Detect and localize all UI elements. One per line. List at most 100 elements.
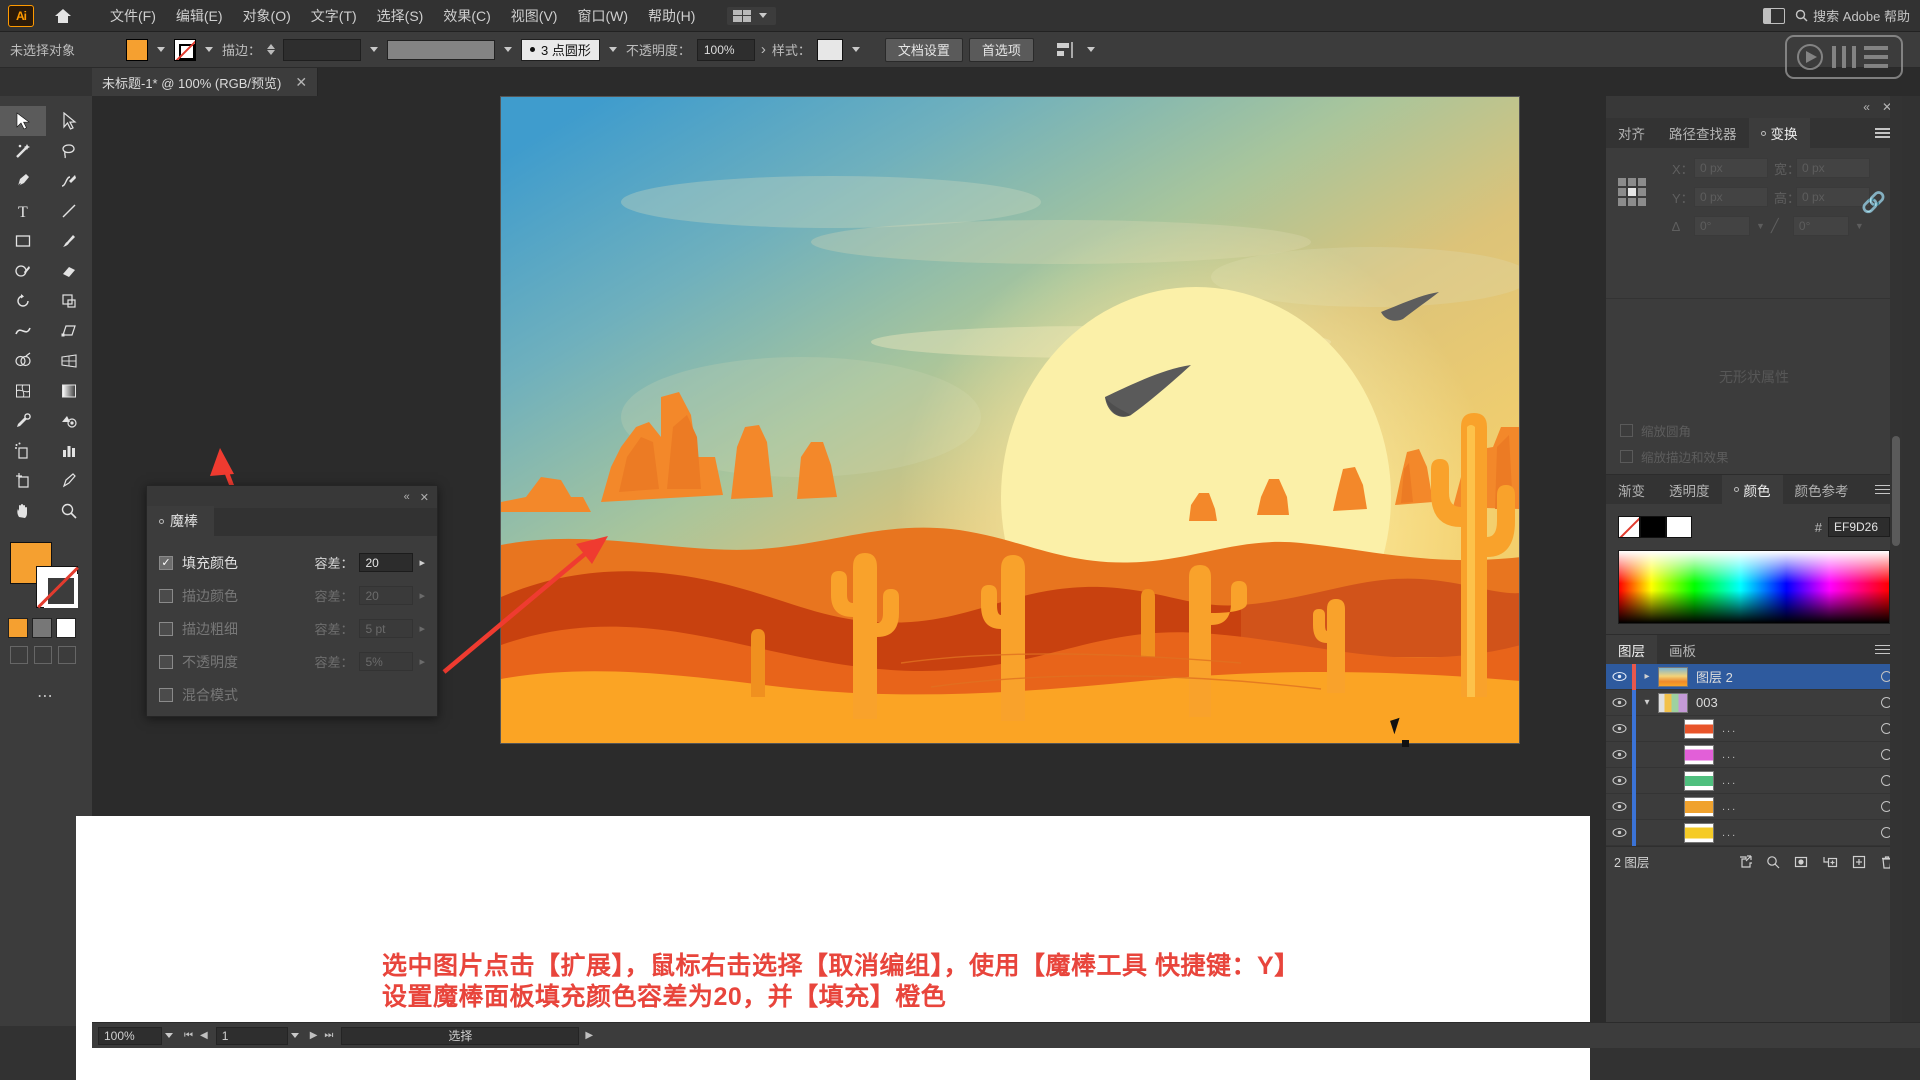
sublayer-row-3[interactable]: ...: [1606, 767, 1902, 794]
column-graph-tool[interactable]: [46, 436, 92, 466]
sublayer-row-2[interactable]: ...: [1606, 741, 1902, 768]
tab-layers[interactable]: 图层: [1606, 635, 1657, 664]
color-spectrum[interactable]: [1618, 550, 1890, 624]
home-icon[interactable]: [50, 8, 76, 24]
shaper-tool[interactable]: [0, 256, 46, 286]
more-tools-icon[interactable]: ⋯: [0, 686, 92, 706]
search-icon[interactable]: [1766, 855, 1780, 869]
workspace-switcher[interactable]: [727, 6, 777, 25]
gradient-button[interactable]: [32, 618, 52, 638]
sublayer-name[interactable]: ...: [1722, 749, 1737, 761]
scale-corners-option[interactable]: 缩放圆角: [1620, 421, 1888, 440]
blending-mode-checkbox[interactable]: [159, 687, 173, 702]
collapse-icon[interactable]: «: [1863, 100, 1870, 114]
draw-normal-icon[interactable]: [10, 646, 28, 664]
status-expand-icon[interactable]: ▶: [579, 1030, 593, 1041]
link-broken-icon[interactable]: 🔗: [1861, 190, 1886, 215]
stroke-stepper[interactable]: [267, 44, 276, 55]
shear-angle-input[interactable]: 0°: [1792, 216, 1849, 236]
sublayer-row-5[interactable]: ...: [1606, 819, 1902, 846]
stroke-color-tolerance-expand-icon[interactable]: ▸: [419, 589, 425, 602]
reference-point-icon[interactable]: [1618, 178, 1646, 206]
chevron-right-icon[interactable]: ▸: [1636, 671, 1658, 682]
document-tab[interactable]: 未标题-1* @ 100% (RGB/预览) ✕: [92, 68, 319, 96]
tab-color[interactable]: 颜色: [1721, 475, 1783, 504]
sublayer-name[interactable]: ...: [1722, 775, 1737, 787]
chevron-down-icon[interactable]: ▾: [1636, 697, 1658, 708]
visibility-eye-icon[interactable]: [1606, 775, 1632, 786]
opacity-tolerance-input[interactable]: 5%: [359, 652, 414, 671]
tool-status-field[interactable]: 选择: [341, 1026, 580, 1045]
transform-y-input[interactable]: 0 px: [1694, 187, 1768, 207]
artboard-number-field[interactable]: 1: [215, 1026, 288, 1045]
selection-tool[interactable]: [0, 106, 46, 136]
stroke-color-tolerance-input[interactable]: 20: [359, 586, 414, 605]
visibility-eye-icon[interactable]: [1606, 749, 1632, 760]
opacity-field[interactable]: 100%: [696, 38, 755, 61]
brush-definition[interactable]: 3 点圆形: [521, 38, 600, 61]
visibility-eye-icon[interactable]: [1606, 827, 1632, 838]
document-setup-button[interactable]: 文档设置: [884, 37, 963, 62]
direct-selection-tool[interactable]: [46, 106, 92, 136]
scale-tool[interactable]: [46, 286, 92, 316]
visibility-eye-icon[interactable]: [1606, 801, 1632, 812]
sublayer-row-4[interactable]: ...: [1606, 793, 1902, 820]
zoom-chevron-icon[interactable]: [165, 1033, 173, 1038]
stroke-color-swatch[interactable]: [174, 38, 196, 61]
scale-strokes-effects-option[interactable]: 缩放描边和效果: [1620, 447, 1888, 466]
tab-transparency[interactable]: 透明度: [1657, 475, 1722, 504]
type-tool[interactable]: T: [0, 196, 46, 226]
row-stroke-weight[interactable]: 描边粗细 容差： 5 pt ▸: [159, 612, 425, 645]
sublayer-name[interactable]: ...: [1722, 827, 1737, 839]
tab-pathfinder[interactable]: 路径查找器: [1657, 118, 1749, 148]
menu-item-object[interactable]: 对象(O): [233, 2, 301, 30]
eraser-tool[interactable]: [46, 256, 92, 286]
transform-height-input[interactable]: 0 px: [1796, 187, 1870, 207]
eyedropper-tool[interactable]: [0, 406, 46, 436]
angle-chevron-icon[interactable]: ▼: [1756, 221, 1765, 231]
stroke-weight-tolerance-expand-icon[interactable]: ▸: [419, 622, 425, 635]
stroke-chevron-icon[interactable]: [205, 47, 213, 52]
close-icon[interactable]: ✕: [295, 74, 307, 91]
tab-gradient[interactable]: 渐变: [1606, 475, 1657, 504]
white-swatch[interactable]: [1666, 516, 1692, 538]
collapse-icon[interactable]: «: [404, 491, 410, 503]
artboard-chevron-icon[interactable]: [290, 1033, 299, 1038]
transform-x-input[interactable]: 0 px: [1694, 158, 1768, 178]
menu-item-edit[interactable]: 编辑(E): [166, 2, 233, 30]
align-icon[interactable]: [1056, 41, 1078, 59]
rotate-tool[interactable]: [0, 286, 46, 316]
stroke-weight-chevron-icon[interactable]: [370, 47, 379, 52]
graphic-style-swatch[interactable]: [816, 38, 843, 61]
style-chevron-icon[interactable]: [851, 47, 860, 52]
fill-color-checkbox[interactable]: ✓: [159, 555, 173, 570]
stroke-weight-field[interactable]: [283, 38, 362, 61]
menu-item-help[interactable]: 帮助(H): [638, 2, 705, 30]
last-page-icon[interactable]: ⏭: [324, 1030, 333, 1041]
fill-color-tolerance-expand-icon[interactable]: ▸: [419, 556, 425, 569]
symbol-sprayer-tool[interactable]: [0, 436, 46, 466]
artboard[interactable]: [500, 96, 1520, 744]
menu-item-effect[interactable]: 效果(C): [433, 2, 500, 30]
tab-transform[interactable]: 变换: [1748, 118, 1810, 148]
prev-page-icon[interactable]: ◀: [200, 1030, 208, 1041]
preferences-button[interactable]: 首选项: [968, 37, 1034, 62]
transform-width-input[interactable]: 0 px: [1796, 158, 1870, 178]
fill-color-tolerance-input[interactable]: 20: [359, 553, 414, 572]
shape-builder-tool[interactable]: [0, 346, 46, 376]
zoom-tool[interactable]: [46, 496, 92, 526]
close-icon[interactable]: ✕: [420, 491, 429, 504]
menu-item-file[interactable]: 文件(F): [100, 2, 166, 30]
menu-item-window[interactable]: 窗口(W): [567, 2, 638, 30]
sublayer-row-1[interactable]: ...: [1606, 715, 1902, 742]
visibility-eye-icon[interactable]: [1606, 697, 1632, 708]
opacity-expand-icon[interactable]: ›: [761, 41, 766, 58]
new-layer-icon[interactable]: [1852, 855, 1866, 869]
stroke-weight-tolerance-input[interactable]: 5 pt: [359, 619, 414, 638]
draw-behind-icon[interactable]: [34, 646, 52, 664]
paintbrush-tool[interactable]: [46, 226, 92, 256]
menu-item-select[interactable]: 选择(S): [367, 2, 434, 30]
row-stroke-color[interactable]: 描边颜色 容差： 20 ▸: [159, 579, 425, 612]
free-transform-tool[interactable]: [46, 316, 92, 346]
none-swatch[interactable]: [1618, 516, 1640, 538]
